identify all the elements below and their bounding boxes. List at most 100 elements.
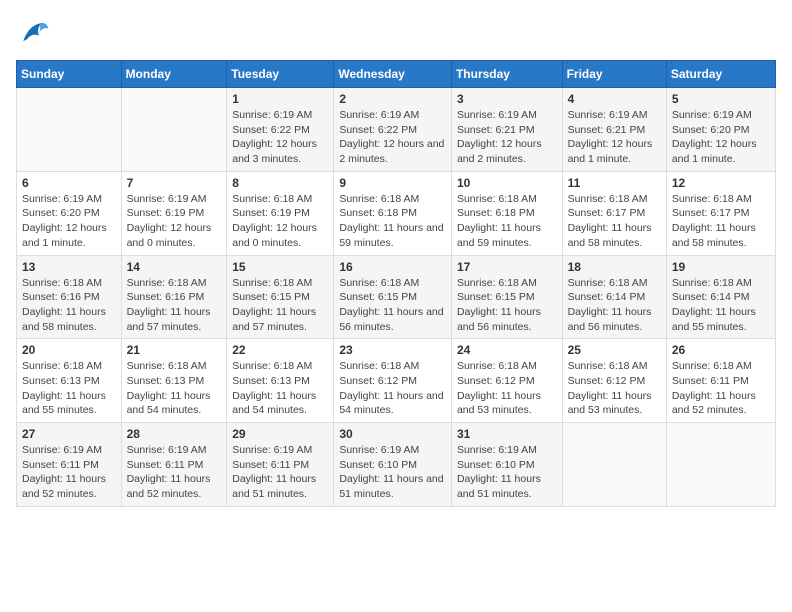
day-info: Sunrise: 6:18 AMSunset: 6:13 PMDaylight:…	[232, 359, 328, 418]
calendar-header: SundayMondayTuesdayWednesdayThursdayFrid…	[17, 61, 776, 88]
calendar-cell: 8 Sunrise: 6:18 AMSunset: 6:19 PMDaylight…	[227, 171, 334, 255]
day-number: 30	[339, 427, 446, 441]
calendar-cell: 17Sunrise: 6:18 AMSunset: 6:15 PMDayligh…	[451, 255, 562, 339]
day-info: Sunrise: 6:19 AMSunset: 6:22 PMDaylight:…	[232, 108, 328, 167]
day-info: Sunrise: 6:19 AMSunset: 6:11 PMDaylight:…	[232, 443, 328, 502]
calendar-cell: 31 Sunrise: 6:19 AMSunset: 6:10 PMDayligh…	[451, 423, 562, 507]
day-info: Sunrise: 6:18 AMSunset: 6:15 PMDaylight:…	[232, 276, 328, 335]
calendar-cell: 23 Sunrise: 6:18 AMSunset: 6:12 PMDayligh…	[334, 339, 452, 423]
calendar-cell: 11 Sunrise: 6:18 AMSunset: 6:17 PMDayligh…	[562, 171, 666, 255]
day-number: 31	[457, 427, 557, 441]
day-info: Sunrise: 6:18 AMSunset: 6:15 PMDaylight:…	[339, 276, 446, 335]
calendar-week-row: 20 Sunrise: 6:18 AMSunset: 6:13 PMDayligh…	[17, 339, 776, 423]
weekday-header: Tuesday	[227, 61, 334, 88]
calendar-cell: 25 Sunrise: 6:18 AMSunset: 6:12 PMDayligh…	[562, 339, 666, 423]
day-info: Sunrise: 6:18 AMSunset: 6:16 PMDaylight:…	[22, 276, 116, 335]
day-number: 29	[232, 427, 328, 441]
calendar-body: 1Sunrise: 6:19 AMSunset: 6:22 PMDaylight…	[17, 88, 776, 507]
day-number: 15	[232, 260, 328, 274]
day-number: 25	[568, 343, 661, 357]
day-number: 24	[457, 343, 557, 357]
day-info: Sunrise: 6:19 AMSunset: 6:21 PMDaylight:…	[457, 108, 557, 167]
day-number: 12	[672, 176, 770, 190]
calendar-table: SundayMondayTuesdayWednesdayThursdayFrid…	[16, 60, 776, 507]
calendar-cell: 24 Sunrise: 6:18 AMSunset: 6:12 PMDayligh…	[451, 339, 562, 423]
day-info: Sunrise: 6:19 AMSunset: 6:22 PMDaylight:…	[339, 108, 446, 167]
day-info: Sunrise: 6:18 AMSunset: 6:11 PMDaylight:…	[672, 359, 770, 418]
calendar-cell: 3 Sunrise: 6:19 AMSunset: 6:21 PMDaylight…	[451, 88, 562, 172]
calendar-cell: 22 Sunrise: 6:18 AMSunset: 6:13 PMDayligh…	[227, 339, 334, 423]
day-number: 4	[568, 92, 661, 106]
calendar-cell: 15 Sunrise: 6:18 AMSunset: 6:15 PMDayligh…	[227, 255, 334, 339]
day-number: 7	[127, 176, 222, 190]
calendar-cell: 10 Sunrise: 6:18 AMSunset: 6:18 PMDayligh…	[451, 171, 562, 255]
calendar-cell	[121, 88, 227, 172]
calendar-week-row: 13 Sunrise: 6:18 AMSunset: 6:16 PMDayligh…	[17, 255, 776, 339]
weekday-header: Monday	[121, 61, 227, 88]
day-info: Sunrise: 6:18 AMSunset: 6:19 PMDaylight:…	[232, 192, 328, 251]
day-info: Sunrise: 6:18 AMSunset: 6:14 PMDaylight:…	[568, 276, 661, 335]
day-number: 14	[127, 260, 222, 274]
logo-icon	[16, 16, 52, 52]
day-number: 11	[568, 176, 661, 190]
day-number: 13	[22, 260, 116, 274]
calendar-cell: 20 Sunrise: 6:18 AMSunset: 6:13 PMDayligh…	[17, 339, 122, 423]
day-info: Sunrise: 6:18 AMSunset: 6:13 PMDaylight:…	[127, 359, 222, 418]
day-number: 17	[457, 260, 557, 274]
day-number: 8	[232, 176, 328, 190]
calendar-cell: 1Sunrise: 6:19 AMSunset: 6:22 PMDaylight…	[227, 88, 334, 172]
day-number: 21	[127, 343, 222, 357]
day-info: Sunrise: 6:18 AMSunset: 6:17 PMDaylight:…	[672, 192, 770, 251]
day-number: 18	[568, 260, 661, 274]
day-number: 2	[339, 92, 446, 106]
day-info: Sunrise: 6:19 AMSunset: 6:11 PMDaylight:…	[127, 443, 222, 502]
day-number: 3	[457, 92, 557, 106]
day-number: 5	[672, 92, 770, 106]
calendar-cell: 27Sunrise: 6:19 AMSunset: 6:11 PMDayligh…	[17, 423, 122, 507]
calendar-cell	[666, 423, 775, 507]
weekday-header: Thursday	[451, 61, 562, 88]
weekday-header: Saturday	[666, 61, 775, 88]
day-info: Sunrise: 6:19 AMSunset: 6:21 PMDaylight:…	[568, 108, 661, 167]
calendar-cell	[17, 88, 122, 172]
calendar-cell: 18 Sunrise: 6:18 AMSunset: 6:14 PMDayligh…	[562, 255, 666, 339]
day-info: Sunrise: 6:19 AMSunset: 6:20 PMDaylight:…	[672, 108, 770, 167]
calendar-cell: 6Sunrise: 6:19 AMSunset: 6:20 PMDaylight…	[17, 171, 122, 255]
calendar-cell: 26 Sunrise: 6:18 AMSunset: 6:11 PMDayligh…	[666, 339, 775, 423]
day-number: 28	[127, 427, 222, 441]
day-number: 22	[232, 343, 328, 357]
calendar-cell: 2 Sunrise: 6:19 AMSunset: 6:22 PMDaylight…	[334, 88, 452, 172]
day-info: Sunrise: 6:18 AMSunset: 6:18 PMDaylight:…	[457, 192, 557, 251]
day-info: Sunrise: 6:18 AMSunset: 6:12 PMDaylight:…	[339, 359, 446, 418]
day-info: Sunrise: 6:19 AMSunset: 6:11 PMDaylight:…	[22, 443, 116, 502]
calendar-cell: 21 Sunrise: 6:18 AMSunset: 6:13 PMDayligh…	[121, 339, 227, 423]
weekday-header: Sunday	[17, 61, 122, 88]
day-info: Sunrise: 6:18 AMSunset: 6:14 PMDaylight:…	[672, 276, 770, 335]
weekday-header: Wednesday	[334, 61, 452, 88]
calendar-cell: 5 Sunrise: 6:19 AMSunset: 6:20 PMDaylight…	[666, 88, 775, 172]
day-number: 26	[672, 343, 770, 357]
day-info: Sunrise: 6:19 AMSunset: 6:19 PMDaylight:…	[127, 192, 222, 251]
calendar-cell: 9Sunrise: 6:18 AMSunset: 6:18 PMDaylight…	[334, 171, 452, 255]
day-info: Sunrise: 6:19 AMSunset: 6:10 PMDaylight:…	[457, 443, 557, 502]
day-number: 20	[22, 343, 116, 357]
day-info: Sunrise: 6:19 AMSunset: 6:20 PMDaylight:…	[22, 192, 116, 251]
day-info: Sunrise: 6:18 AMSunset: 6:17 PMDaylight:…	[568, 192, 661, 251]
day-info: Sunrise: 6:18 AMSunset: 6:13 PMDaylight:…	[22, 359, 116, 418]
day-info: Sunrise: 6:18 AMSunset: 6:12 PMDaylight:…	[457, 359, 557, 418]
calendar-cell: 13 Sunrise: 6:18 AMSunset: 6:16 PMDayligh…	[17, 255, 122, 339]
calendar-week-row: 27Sunrise: 6:19 AMSunset: 6:11 PMDayligh…	[17, 423, 776, 507]
calendar-cell	[562, 423, 666, 507]
calendar-cell: 4 Sunrise: 6:19 AMSunset: 6:21 PMDaylight…	[562, 88, 666, 172]
day-info: Sunrise: 6:18 AMSunset: 6:18 PMDaylight:…	[339, 192, 446, 251]
calendar-cell: 29 Sunrise: 6:19 AMSunset: 6:11 PMDayligh…	[227, 423, 334, 507]
day-info: Sunrise: 6:18 AMSunset: 6:12 PMDaylight:…	[568, 359, 661, 418]
calendar-week-row: 6Sunrise: 6:19 AMSunset: 6:20 PMDaylight…	[17, 171, 776, 255]
day-number: 23	[339, 343, 446, 357]
day-number: 16	[339, 260, 446, 274]
day-number: 10	[457, 176, 557, 190]
calendar-cell: 14Sunrise: 6:18 AMSunset: 6:16 PMDayligh…	[121, 255, 227, 339]
calendar-cell: 28 Sunrise: 6:19 AMSunset: 6:11 PMDayligh…	[121, 423, 227, 507]
day-number: 19	[672, 260, 770, 274]
calendar-week-row: 1Sunrise: 6:19 AMSunset: 6:22 PMDaylight…	[17, 88, 776, 172]
